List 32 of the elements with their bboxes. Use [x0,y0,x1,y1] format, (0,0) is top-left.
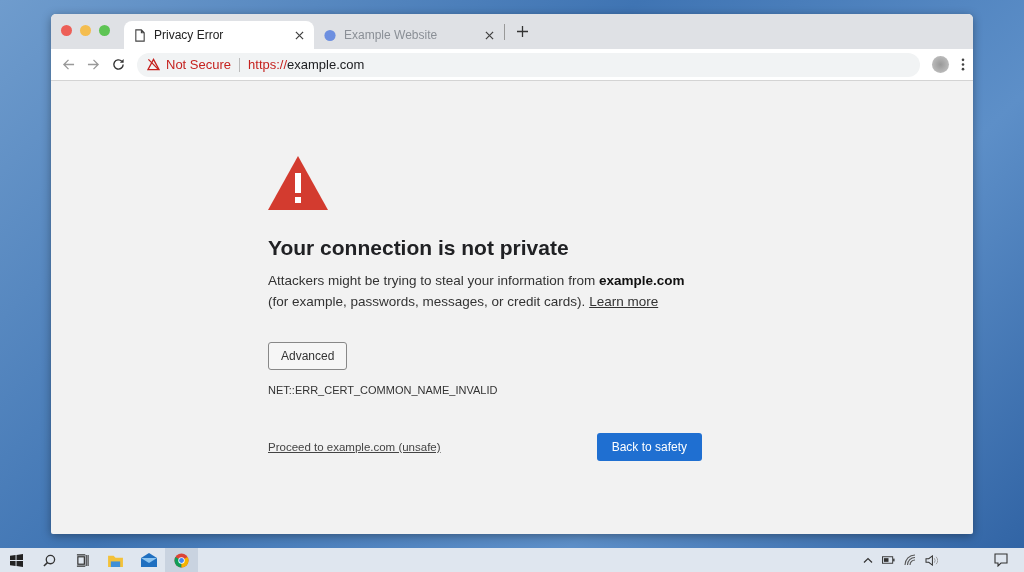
error-message: Attackers might be trying to steal your information from example.com (for example, passwords, messages, or credit cards). Learn more [268,272,686,311]
error-code: NET::ERR_CERT_COMMON_NAME_INVALID [268,384,498,396]
browser-tab[interactable]: Privacy Error [124,21,314,49]
chrome-logo-icon[interactable] [165,548,198,572]
forward-arrow-icon[interactable] [87,58,100,71]
new-tab-icon[interactable] [517,26,528,37]
security-label[interactable]: Not Secure [166,57,232,72]
error-heading: Your connection is not private [268,236,569,260]
back-arrow-icon[interactable] [62,58,75,71]
warning-icon [268,156,328,210]
globe-icon [324,28,336,42]
warning-triangle-icon [147,58,160,71]
speaker-icon[interactable] [925,554,938,566]
learn-more-link[interactable]: Learn more [589,294,659,309]
proceed-link[interactable]: Proceed to example.com (unsafe) [268,441,441,453]
tab-title: Example Website [344,28,439,42]
tab-title: Privacy Error [154,28,225,42]
advanced-button[interactable]: Advanced [268,342,348,370]
back-to-safety-button[interactable]: Back to safety [596,433,702,461]
address-bar[interactable]: Not Secure https://example.com [137,52,920,77]
reload-icon[interactable] [112,58,125,71]
document-icon [134,28,146,42]
battery-icon[interactable] [882,556,895,564]
close-tab-icon[interactable] [485,30,494,40]
wifi-icon[interactable] [904,554,916,566]
menu-icon[interactable] [961,58,965,71]
close-tab-icon[interactable] [295,30,304,40]
close-window-icon[interactable] [61,25,72,36]
chevron-up-icon[interactable] [863,557,873,563]
notification-icon[interactable] [994,553,1008,567]
profile-avatar[interactable] [932,56,949,73]
url-text: https://example.com [248,57,365,72]
